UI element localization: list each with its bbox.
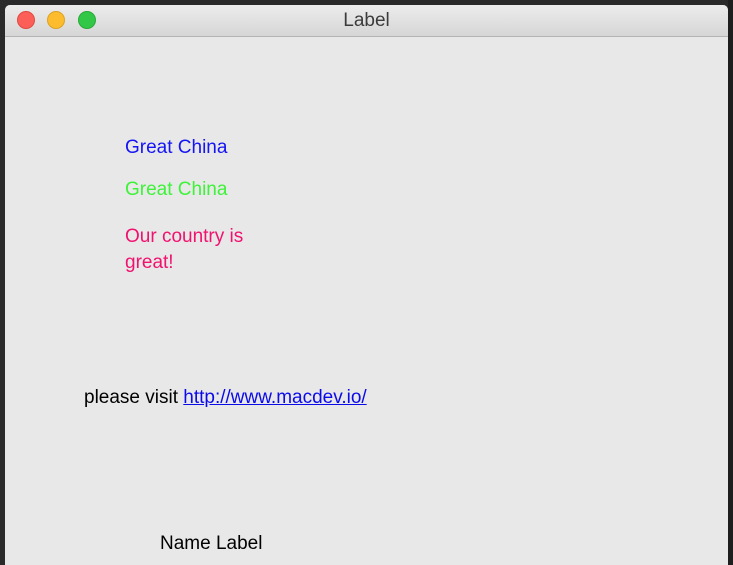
visit-label: please visit http://www.macdev.io/: [84, 385, 367, 411]
multiline-label: Our country is great!: [125, 226, 244, 273]
name-label: Name Label: [160, 533, 263, 554]
blue-label: Great China: [125, 137, 228, 158]
app-window: Label Great China Great China Our countr…: [5, 5, 728, 565]
window-title: Label: [343, 10, 390, 31]
desktop-edge: [728, 0, 733, 565]
visit-prefix-text: please visit: [84, 387, 184, 408]
website-link[interactable]: http://www.macdev.io/: [183, 387, 366, 408]
green-label: Great China: [125, 179, 228, 200]
title-bar[interactable]: Label: [5, 5, 728, 37]
window-content: Great China Great China Our country is g…: [5, 37, 728, 565]
